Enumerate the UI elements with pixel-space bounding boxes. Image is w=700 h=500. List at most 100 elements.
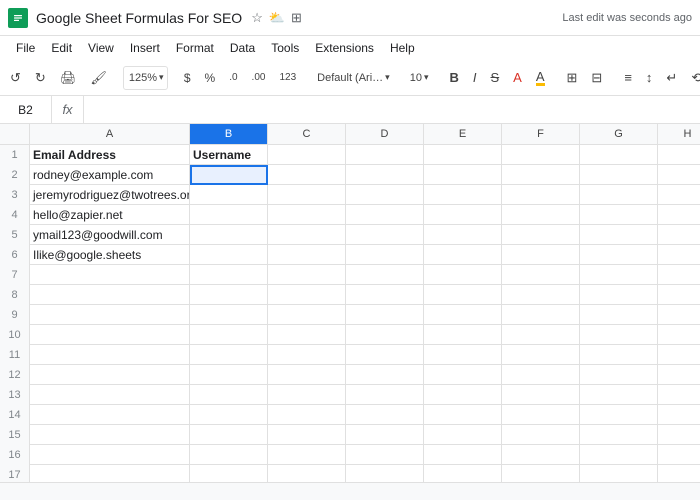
cell[interactable]: rodney@example.com — [30, 165, 190, 185]
cell[interactable] — [658, 445, 700, 465]
cell[interactable] — [190, 365, 268, 385]
cell[interactable] — [190, 405, 268, 425]
cell[interactable] — [346, 185, 424, 205]
strikethrough-button[interactable]: S — [485, 64, 506, 92]
cell[interactable] — [580, 245, 658, 265]
cell[interactable] — [658, 405, 700, 425]
cell[interactable] — [30, 265, 190, 285]
cell[interactable] — [658, 285, 700, 305]
cell[interactable] — [658, 145, 700, 165]
cell[interactable] — [658, 425, 700, 445]
cell[interactable] — [580, 465, 658, 482]
menu-extensions[interactable]: Extensions — [307, 36, 382, 60]
cell[interactable] — [268, 245, 346, 265]
cell[interactable] — [658, 345, 700, 365]
menu-view[interactable]: View — [80, 36, 122, 60]
font-size-select[interactable]: 10 ▾ — [405, 65, 434, 91]
col-header-b[interactable]: B — [190, 124, 268, 144]
cell[interactable] — [268, 445, 346, 465]
col-header-g[interactable]: G — [580, 124, 658, 144]
text-rotate-button[interactable]: ⟲ — [685, 64, 700, 92]
cell[interactable] — [346, 365, 424, 385]
cell[interactable] — [268, 465, 346, 482]
cell[interactable] — [30, 445, 190, 465]
cell[interactable] — [502, 205, 580, 225]
cell[interactable] — [30, 465, 190, 482]
cell[interactable] — [268, 405, 346, 425]
cell[interactable] — [190, 305, 268, 325]
percent-button[interactable]: % — [199, 64, 222, 92]
cell[interactable] — [658, 305, 700, 325]
cell[interactable] — [346, 145, 424, 165]
cell[interactable] — [268, 265, 346, 285]
menu-tools[interactable]: Tools — [263, 36, 307, 60]
menu-data[interactable]: Data — [222, 36, 263, 60]
cell[interactable]: Ilike@google.sheets — [30, 245, 190, 265]
col-header-h[interactable]: H — [658, 124, 700, 144]
cell[interactable]: ymail123@goodwill.com — [30, 225, 190, 245]
cell[interactable] — [190, 385, 268, 405]
cell[interactable] — [580, 365, 658, 385]
cell[interactable] — [30, 425, 190, 445]
cell[interactable] — [580, 445, 658, 465]
cell[interactable] — [658, 325, 700, 345]
cell[interactable] — [30, 365, 190, 385]
text-color-button[interactable]: A — [507, 64, 528, 92]
cell[interactable] — [580, 325, 658, 345]
cell[interactable] — [424, 365, 502, 385]
text-wrap-button[interactable]: ↵ — [660, 64, 683, 92]
cell[interactable] — [190, 465, 268, 482]
decimal-dec-button[interactable]: .0 — [223, 64, 243, 92]
cell[interactable] — [346, 245, 424, 265]
cell[interactable] — [30, 385, 190, 405]
cell[interactable] — [30, 305, 190, 325]
cell[interactable] — [424, 285, 502, 305]
cell[interactable]: jeremyrodriguez@twotrees.org — [30, 185, 190, 205]
cell[interactable] — [658, 385, 700, 405]
grid-icon[interactable]: ⊞ — [291, 10, 302, 26]
cell[interactable] — [268, 145, 346, 165]
cell[interactable] — [502, 365, 580, 385]
formula-input[interactable] — [84, 96, 700, 123]
redo-button[interactable]: ↻ — [29, 64, 52, 92]
cell[interactable] — [502, 285, 580, 305]
print-button[interactable]: 🖨 — [54, 64, 83, 92]
cell[interactable] — [580, 205, 658, 225]
cell[interactable] — [580, 405, 658, 425]
cell[interactable] — [346, 405, 424, 425]
cell[interactable] — [658, 225, 700, 245]
cell[interactable] — [346, 385, 424, 405]
cell[interactable] — [190, 345, 268, 365]
currency-button[interactable]: $ — [178, 64, 197, 92]
menu-format[interactable]: Format — [168, 36, 222, 60]
cell[interactable] — [502, 345, 580, 365]
cell[interactable] — [30, 285, 190, 305]
cell[interactable] — [268, 225, 346, 245]
cell[interactable] — [502, 185, 580, 205]
cell[interactable] — [346, 345, 424, 365]
cell[interactable] — [580, 165, 658, 185]
cell[interactable] — [268, 305, 346, 325]
cell[interactable] — [658, 205, 700, 225]
cell[interactable] — [502, 265, 580, 285]
cell[interactable] — [580, 145, 658, 165]
fill-color-button[interactable]: A — [530, 64, 551, 92]
cell[interactable] — [502, 385, 580, 405]
col-header-e[interactable]: E — [424, 124, 502, 144]
cell[interactable] — [346, 465, 424, 482]
align-h-button[interactable]: ≡ — [618, 64, 638, 92]
cell[interactable] — [424, 185, 502, 205]
cell[interactable] — [346, 265, 424, 285]
more-formats-button[interactable]: 123 — [273, 64, 302, 92]
cell[interactable] — [580, 385, 658, 405]
cell[interactable] — [268, 425, 346, 445]
cell[interactable] — [190, 205, 268, 225]
cell[interactable] — [268, 185, 346, 205]
cell[interactable] — [502, 145, 580, 165]
cell[interactable] — [502, 405, 580, 425]
cell[interactable] — [658, 265, 700, 285]
cell[interactable]: Email Address — [30, 145, 190, 165]
cell[interactable] — [424, 345, 502, 365]
cloud-icon[interactable]: ⛅ — [269, 10, 285, 26]
cell[interactable] — [346, 225, 424, 245]
